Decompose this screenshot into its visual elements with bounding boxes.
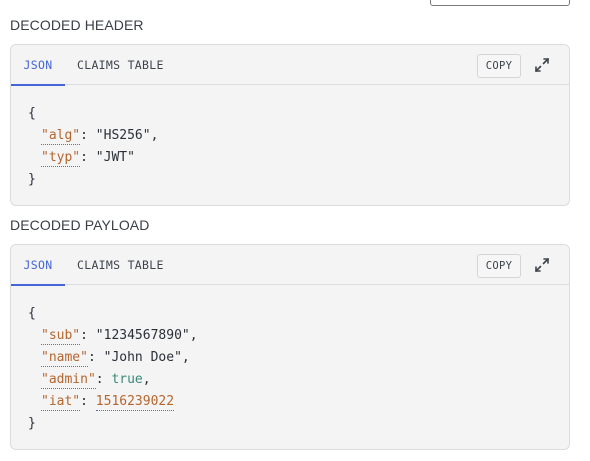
json-value-typ: "JWT" — [95, 150, 135, 165]
json-open-brace: { — [28, 306, 36, 321]
json-value-sub: "1234567890" — [95, 328, 190, 343]
expand-arrows-icon[interactable] — [533, 56, 551, 74]
json-key-admin[interactable]: "admin" — [41, 372, 96, 389]
payload-json-view: { "sub": "1234567890", "name": "John Doe… — [28, 306, 198, 431]
json-value-alg: "HS256" — [95, 128, 151, 143]
tab-claims-table[interactable]: CLAIMS TABLE — [77, 245, 164, 285]
decoded-payload-title: DECODED PAYLOAD — [10, 217, 150, 233]
header-tabbar: JSON CLAIMS TABLE COPY — [11, 45, 569, 86]
copy-button[interactable]: COPY — [477, 54, 521, 78]
payload-tabbar: JSON CLAIMS TABLE COPY — [11, 245, 569, 286]
decoded-header-panel: JSON CLAIMS TABLE COPY { "alg": "HS256",… — [10, 44, 570, 206]
tab-json[interactable]: JSON — [11, 45, 65, 86]
top-control-partial[interactable] — [430, 0, 570, 6]
tab-claims-table[interactable]: CLAIMS TABLE — [77, 45, 164, 85]
json-open-brace: { — [28, 106, 36, 121]
json-close-brace: } — [28, 416, 36, 431]
json-value-iat[interactable]: 1516239022 — [95, 394, 175, 411]
json-key-iat[interactable]: "iat" — [41, 394, 81, 411]
json-value-name: "John Doe" — [103, 350, 182, 365]
json-key-alg[interactable]: "alg" — [41, 128, 81, 145]
expand-arrows-icon[interactable] — [533, 256, 551, 274]
decoded-header-title: DECODED HEADER — [10, 17, 144, 33]
json-close-brace: } — [28, 172, 36, 187]
json-value-admin: true — [111, 372, 143, 387]
tab-json[interactable]: JSON — [11, 245, 65, 286]
json-key-sub[interactable]: "sub" — [41, 328, 81, 345]
copy-button[interactable]: COPY — [477, 254, 521, 278]
json-key-name[interactable]: "name" — [41, 350, 88, 367]
decoded-payload-panel: JSON CLAIMS TABLE COPY { "sub": "1234567… — [10, 244, 570, 450]
json-key-typ[interactable]: "typ" — [41, 150, 81, 167]
header-json-view: { "alg": "HS256", "typ": "JWT" } — [28, 106, 159, 187]
